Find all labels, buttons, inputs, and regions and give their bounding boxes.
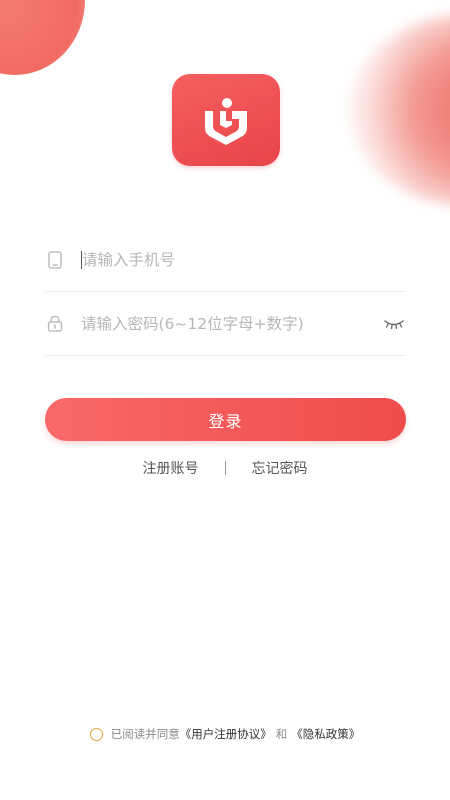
decorative-blob-top-left [0,0,85,75]
forgot-password-link[interactable]: 忘记密码 [252,458,308,478]
lock-icon [45,314,65,334]
agreement-connector: 和 [275,727,288,741]
agreement-prefix: 已阅读并同意 [110,727,180,741]
phone-field [45,228,405,292]
phone-input[interactable] [82,250,362,269]
user-agreement-link[interactable]: 《用户注册协议》 [180,726,272,742]
decorative-blob-top-right [350,15,450,205]
app-logo-icon [205,98,247,145]
eye-closed-icon[interactable] [383,314,405,334]
login-button[interactable]: 登录 [45,398,406,441]
password-field [45,292,405,356]
account-links: 注册账号 忘记密码 [0,458,450,478]
app-logo [172,74,280,166]
password-input[interactable] [81,314,361,333]
privacy-policy-link[interactable]: 《隐私政策》 [291,726,360,742]
login-screen: 登录 注册账号 忘记密码 已阅读并同意 《用户注册协议》 和 《隐私政策》 [0,0,450,800]
register-link[interactable]: 注册账号 [143,458,199,478]
agreement-radio[interactable] [89,727,103,741]
link-separator [224,461,226,475]
agreement-row: 已阅读并同意 《用户注册协议》 和 《隐私政策》 [0,725,450,743]
phone-icon [45,250,65,270]
